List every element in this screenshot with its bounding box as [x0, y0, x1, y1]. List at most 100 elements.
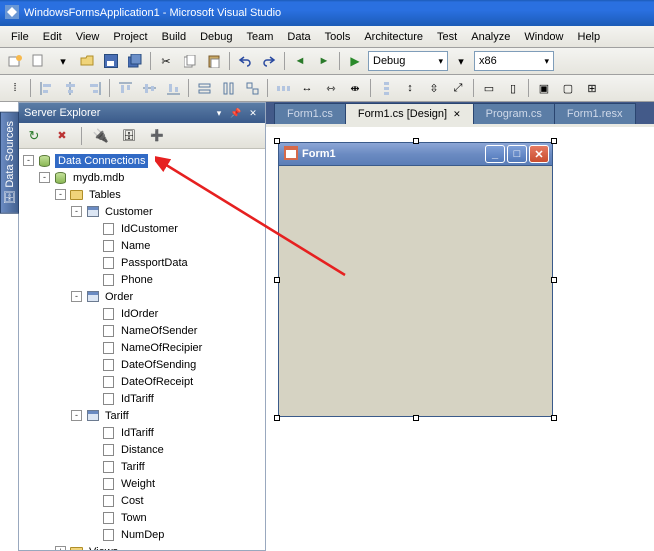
tree-node-column[interactable]: NameOfRecipier — [19, 339, 265, 356]
close-icon[interactable]: ✕ — [246, 106, 260, 120]
form-designer[interactable]: Form1 _ □ ✕ — [278, 142, 553, 417]
tree-node-column[interactable]: Tariff — [19, 458, 265, 475]
resize-handle[interactable] — [413, 415, 419, 421]
tree-node-mydb[interactable]: - mydb.mdb — [19, 169, 265, 186]
tree-node-column[interactable]: Cost — [19, 492, 265, 509]
tree-node-table[interactable]: -Tariff — [19, 407, 265, 424]
tree-node-table[interactable]: -Order — [19, 288, 265, 305]
align-right-icon[interactable] — [83, 77, 105, 99]
menu-analyze[interactable]: Analyze — [464, 28, 517, 46]
pin-icon[interactable]: 📌 — [229, 106, 243, 120]
save-icon[interactable] — [100, 50, 122, 72]
v-spacing-inc-icon[interactable]: ↕ — [399, 77, 421, 99]
tree-node-views[interactable]: + Views — [19, 543, 265, 550]
tree-node-column[interactable]: IdTariff — [19, 424, 265, 441]
same-width-icon[interactable] — [193, 77, 215, 99]
dropdown-icon[interactable]: ▾ — [52, 50, 74, 72]
design-surface[interactable]: Form1 _ □ ✕ — [266, 124, 654, 551]
menu-test[interactable]: Test — [430, 28, 464, 46]
menu-team[interactable]: Team — [240, 28, 281, 46]
tree-node-column[interactable]: Weight — [19, 475, 265, 492]
nav-fwd-icon[interactable]: ► — [313, 50, 335, 72]
tree-node-column[interactable]: DateOfSending — [19, 356, 265, 373]
resize-handle[interactable] — [274, 415, 280, 421]
panel-dropdown-icon[interactable]: ▾ — [212, 106, 226, 120]
add-item-icon[interactable] — [28, 50, 50, 72]
tree-node-table[interactable]: -Customer — [19, 203, 265, 220]
tree-node-column[interactable]: IdOrder — [19, 305, 265, 322]
menu-architecture[interactable]: Architecture — [357, 28, 430, 46]
menu-tools[interactable]: Tools — [318, 28, 358, 46]
menu-edit[interactable]: Edit — [36, 28, 69, 46]
v-spacing-dec-icon[interactable]: ⇳ — [423, 77, 445, 99]
close-icon[interactable]: ✕ — [453, 109, 461, 119]
tree-node-column[interactable]: PassportData — [19, 254, 265, 271]
resize-handle[interactable] — [551, 277, 557, 283]
collapse-icon[interactable]: - — [71, 410, 82, 421]
collapse-icon[interactable]: - — [39, 172, 50, 183]
resize-handle[interactable] — [551, 138, 557, 144]
document-tab[interactable]: Form1.cs — [274, 103, 346, 124]
align-left-icon[interactable] — [35, 77, 57, 99]
collapse-icon[interactable]: - — [23, 155, 34, 166]
send-back-icon[interactable]: ▢ — [557, 77, 579, 99]
platform-combo[interactable]: x86 — [474, 51, 554, 71]
minimize-icon[interactable]: _ — [485, 145, 505, 163]
data-sources-tab[interactable]: 🗄 Data Sources — [0, 112, 19, 214]
tree-node-column[interactable]: Distance — [19, 441, 265, 458]
refresh-icon[interactable]: ↻ — [23, 125, 45, 147]
menu-window[interactable]: Window — [517, 28, 570, 46]
align-bottom-icon[interactable] — [162, 77, 184, 99]
expand-icon[interactable]: + — [55, 546, 66, 550]
collapse-icon[interactable]: - — [71, 291, 82, 302]
h-spacing-rem-icon[interactable]: ⇼ — [344, 77, 366, 99]
v-spacing-icon[interactable] — [375, 77, 397, 99]
resize-handle[interactable] — [274, 138, 280, 144]
document-tab[interactable]: Form1.resx — [554, 103, 636, 124]
maximize-icon[interactable]: □ — [507, 145, 527, 163]
tree-node-tables[interactable]: - Tables — [19, 186, 265, 203]
menu-project[interactable]: Project — [106, 28, 154, 46]
tree-node-column[interactable]: Town — [19, 509, 265, 526]
connect-icon[interactable]: 🔌 — [90, 125, 112, 147]
tree-node-column[interactable]: IdTariff — [19, 390, 265, 407]
stop-icon[interactable]: ✖ — [51, 125, 73, 147]
tree-node-column[interactable]: DateOfReceipt — [19, 373, 265, 390]
tree-node-column[interactable]: Name — [19, 237, 265, 254]
resize-handle[interactable] — [413, 138, 419, 144]
form-titlebar[interactable]: Form1 _ □ ✕ — [278, 142, 553, 166]
menu-debug[interactable]: Debug — [193, 28, 239, 46]
connect-db-icon[interactable]: 🗄 — [118, 125, 140, 147]
open-icon[interactable] — [76, 50, 98, 72]
center-h-icon[interactable]: ▭ — [478, 77, 500, 99]
tree-node-column[interactable]: NumDep — [19, 526, 265, 543]
config-combo[interactable]: Debug — [368, 51, 448, 71]
tree-node-data-connections[interactable]: - Data Connections — [19, 152, 265, 169]
bring-front-icon[interactable]: ▣ — [533, 77, 555, 99]
h-spacing-dec-icon[interactable]: ⇿ — [320, 77, 342, 99]
align-center-icon[interactable] — [59, 77, 81, 99]
tree-node-column[interactable]: IdCustomer — [19, 220, 265, 237]
menu-help[interactable]: Help — [571, 28, 608, 46]
start-icon[interactable]: ▶ — [344, 50, 366, 72]
undo-icon[interactable] — [234, 50, 256, 72]
menu-view[interactable]: View — [69, 28, 107, 46]
h-spacing-inc-icon[interactable]: ↔ — [296, 77, 318, 99]
resize-handle[interactable] — [274, 277, 280, 283]
form-body[interactable] — [278, 166, 553, 417]
h-spacing-icon[interactable] — [272, 77, 294, 99]
document-tab[interactable]: Form1.cs [Design]✕ — [345, 103, 474, 124]
redo-icon[interactable] — [258, 50, 280, 72]
close-icon[interactable]: ✕ — [529, 145, 549, 163]
v-spacing-rem-icon[interactable]: ⤢ — [447, 77, 469, 99]
server-explorer-titlebar[interactable]: Server Explorer ▾ 📌 ✕ — [19, 103, 265, 123]
align-top-icon[interactable] — [114, 77, 136, 99]
align-middle-icon[interactable] — [138, 77, 160, 99]
tree-node-column[interactable]: Phone — [19, 271, 265, 288]
copy-icon[interactable] — [179, 50, 201, 72]
menu-file[interactable]: File — [4, 28, 36, 46]
tree-node-column[interactable]: NameOfSender — [19, 322, 265, 339]
menu-build[interactable]: Build — [155, 28, 193, 46]
same-size-icon[interactable] — [241, 77, 263, 99]
collapse-icon[interactable]: - — [55, 189, 66, 200]
